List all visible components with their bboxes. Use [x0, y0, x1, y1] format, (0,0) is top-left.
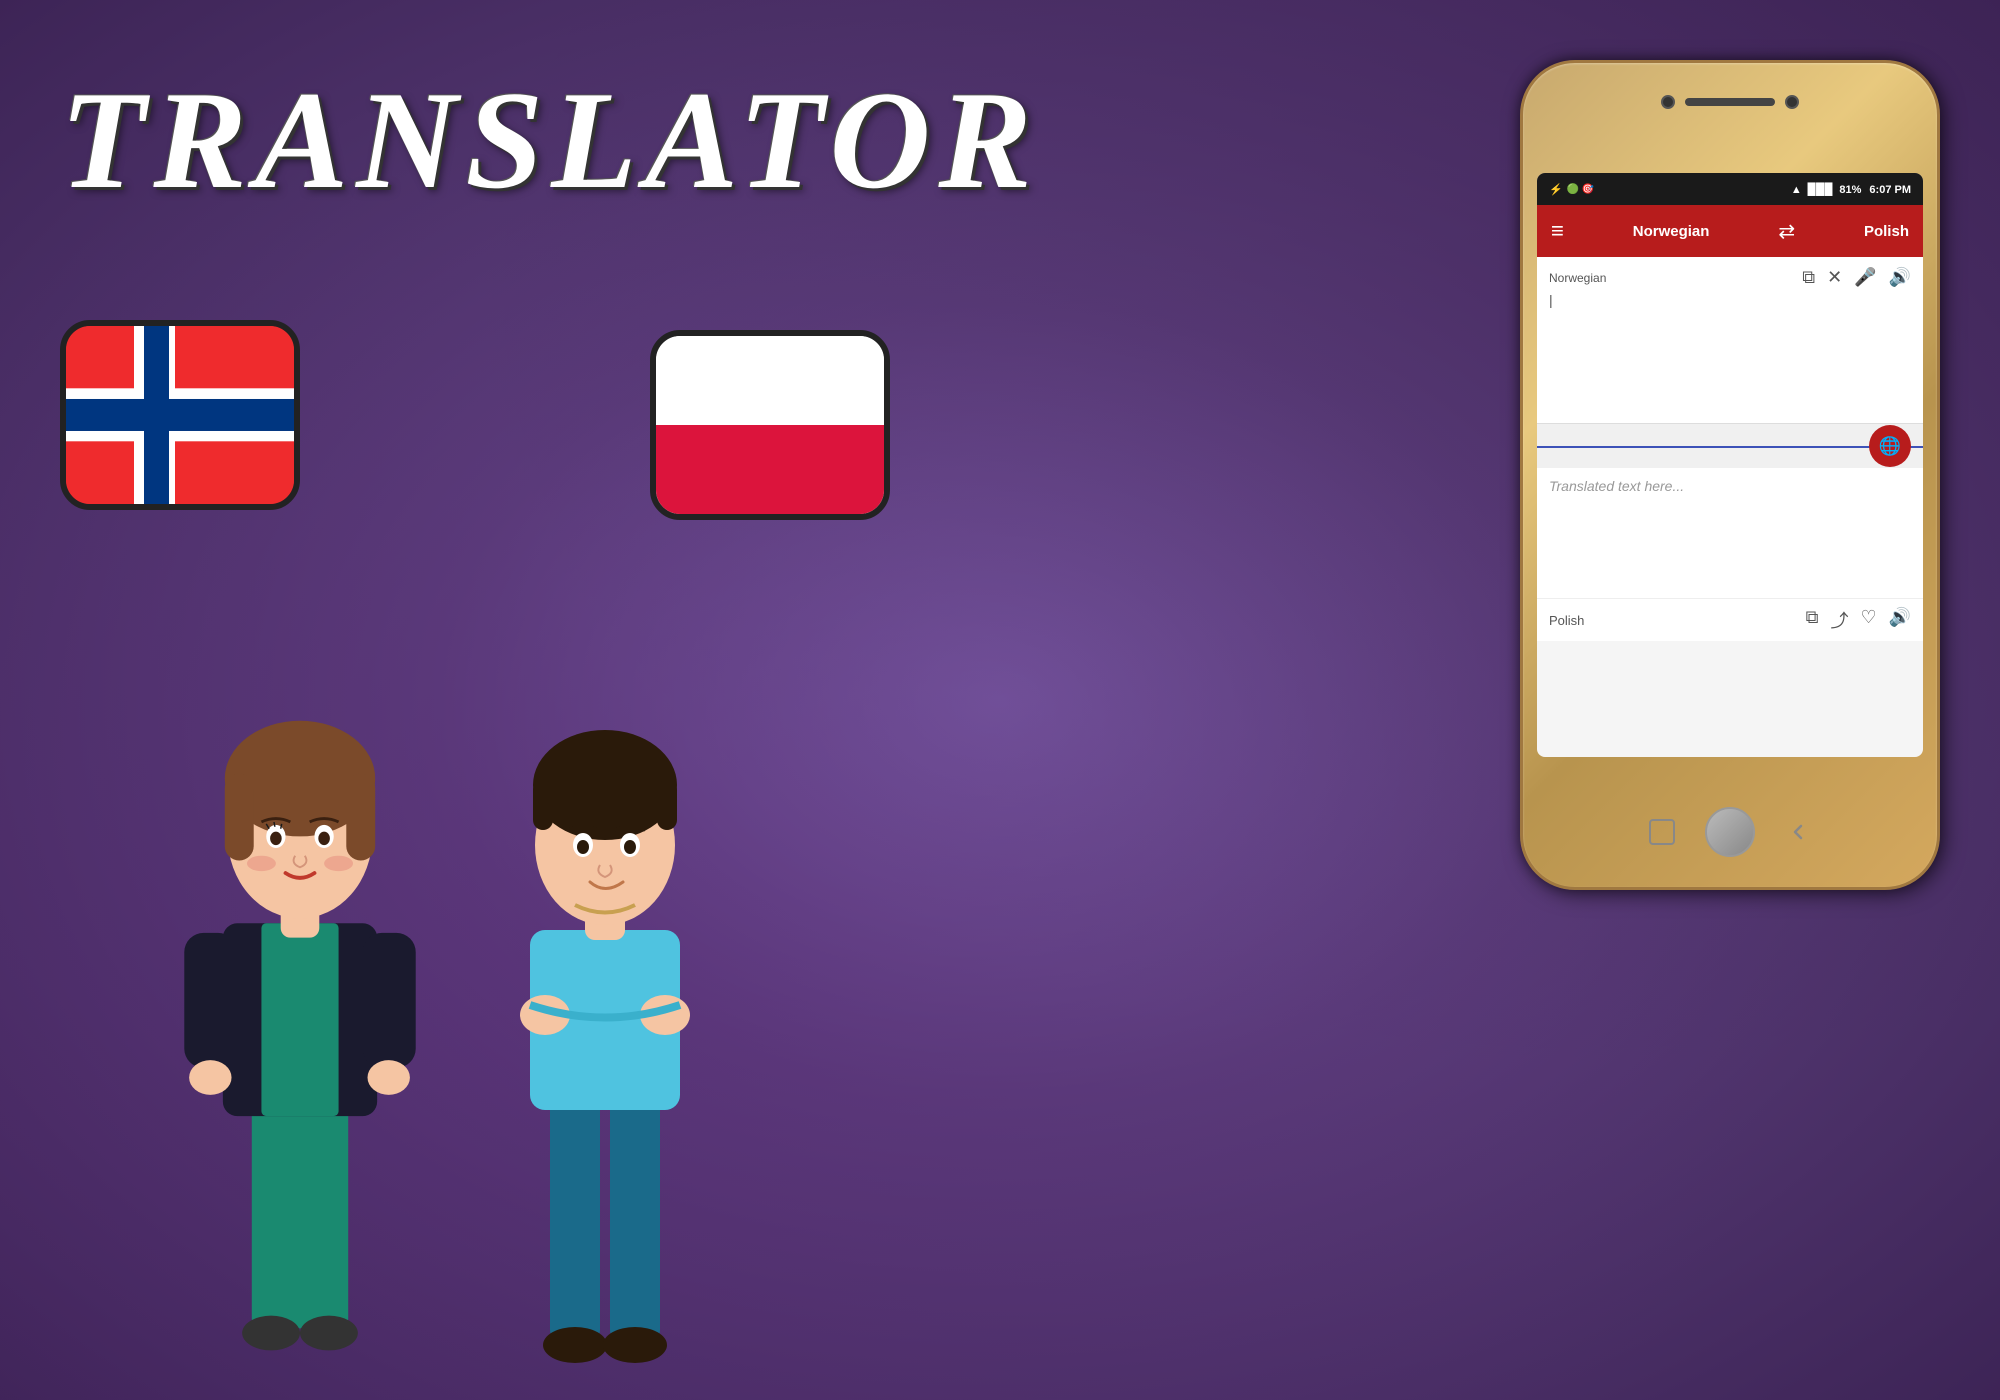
phone-device: ⚡ 🟢 🎯 ▲ ▉▉▉ 81% 6:07 PM ≡ Norwegian ⇄ Po… [1520, 60, 1940, 890]
output-copy-icon[interactable]: ⧉ [1806, 607, 1819, 633]
signal-bars: ▉▉▉ [1808, 184, 1833, 196]
speaker-grille [1685, 98, 1775, 106]
phone-camera-area [1661, 95, 1799, 109]
back-arrow-icon [1787, 821, 1809, 843]
norway-cross-vertical-blue [144, 326, 169, 504]
output-section: Translated text here... [1537, 468, 1923, 598]
camera-lens-left [1661, 95, 1675, 109]
source-text-input[interactable]: | [1549, 292, 1911, 412]
source-language-label[interactable]: Norwegian [1633, 223, 1710, 240]
status-bar: ⚡ 🟢 🎯 ▲ ▉▉▉ 81% 6:07 PM [1537, 173, 1923, 205]
poland-flag [656, 336, 884, 514]
app-toolbar: ≡ Norwegian ⇄ Polish [1537, 205, 1923, 257]
poland-flag-white [656, 336, 884, 425]
norway-cross-horizontal-blue [66, 399, 294, 431]
camera-lens-right [1785, 95, 1799, 109]
target-language-label[interactable]: Polish [1864, 223, 1909, 240]
input-section: Norwegian ⧉ ✕ 🎤 🔊 | [1537, 257, 1923, 424]
divider-section: 🌐 [1537, 424, 1923, 468]
notification-icons: 🟢 🎯 [1567, 184, 1595, 195]
listen-icon[interactable]: 🔊 [1889, 267, 1911, 288]
translate-button[interactable]: 🌐 [1869, 425, 1911, 467]
input-action-icons: ⧉ ✕ 🎤 🔊 [1802, 267, 1911, 288]
clock-time: 6:07 PM [1869, 184, 1911, 196]
phone-screen: ⚡ 🟢 🎯 ▲ ▉▉▉ 81% 6:07 PM ≡ Norwegian ⇄ Po… [1537, 173, 1923, 757]
microphone-icon[interactable]: 🎤 [1854, 267, 1876, 288]
menu-hamburger-icon[interactable]: ≡ [1551, 218, 1564, 244]
wifi-icon: ▲ [1791, 184, 1802, 196]
norway-flag [66, 326, 294, 504]
input-label-row: Norwegian ⧉ ✕ 🎤 🔊 [1549, 267, 1911, 288]
copy-icon[interactable]: ⧉ [1802, 267, 1815, 288]
app-title: TRANSLATOR [60, 60, 1040, 221]
input-language-label: Norwegian [1549, 271, 1606, 285]
output-toolbar: Polish ⧉ ⤴ ♡ 🔊 [1537, 598, 1923, 641]
status-right: ▲ ▉▉▉ 81% 6:07 PM [1791, 183, 1911, 196]
status-left: ⚡ 🟢 🎯 [1549, 183, 1594, 196]
output-favorite-icon[interactable]: ♡ [1860, 607, 1876, 633]
home-button[interactable] [1705, 807, 1755, 857]
output-listen-icon[interactable]: 🔊 [1889, 607, 1911, 633]
output-action-icons: ⧉ ⤴ ♡ 🔊 [1806, 607, 1911, 633]
output-language-label: Polish [1549, 613, 1584, 628]
output-share-icon[interactable]: ⤴ [1830, 607, 1848, 633]
translate-icon: 🌐 [1879, 436, 1901, 457]
characters-illustration [100, 500, 800, 1400]
output-placeholder-text: Translated text here... [1549, 478, 1684, 494]
usb-icon: ⚡ [1549, 183, 1563, 196]
divider-line [1537, 446, 1923, 448]
recent-apps-button[interactable] [1649, 819, 1675, 845]
male-character [475, 650, 735, 1400]
female-character [165, 620, 435, 1400]
back-button[interactable] [1785, 819, 1811, 845]
swap-languages-icon[interactable]: ⇄ [1778, 219, 1795, 244]
battery-level: 81% [1839, 184, 1861, 196]
phone-bottom-nav [1649, 807, 1811, 857]
clear-icon[interactable]: ✕ [1827, 267, 1842, 288]
phone-body: ⚡ 🟢 🎯 ▲ ▉▉▉ 81% 6:07 PM ≡ Norwegian ⇄ Po… [1520, 60, 1940, 890]
